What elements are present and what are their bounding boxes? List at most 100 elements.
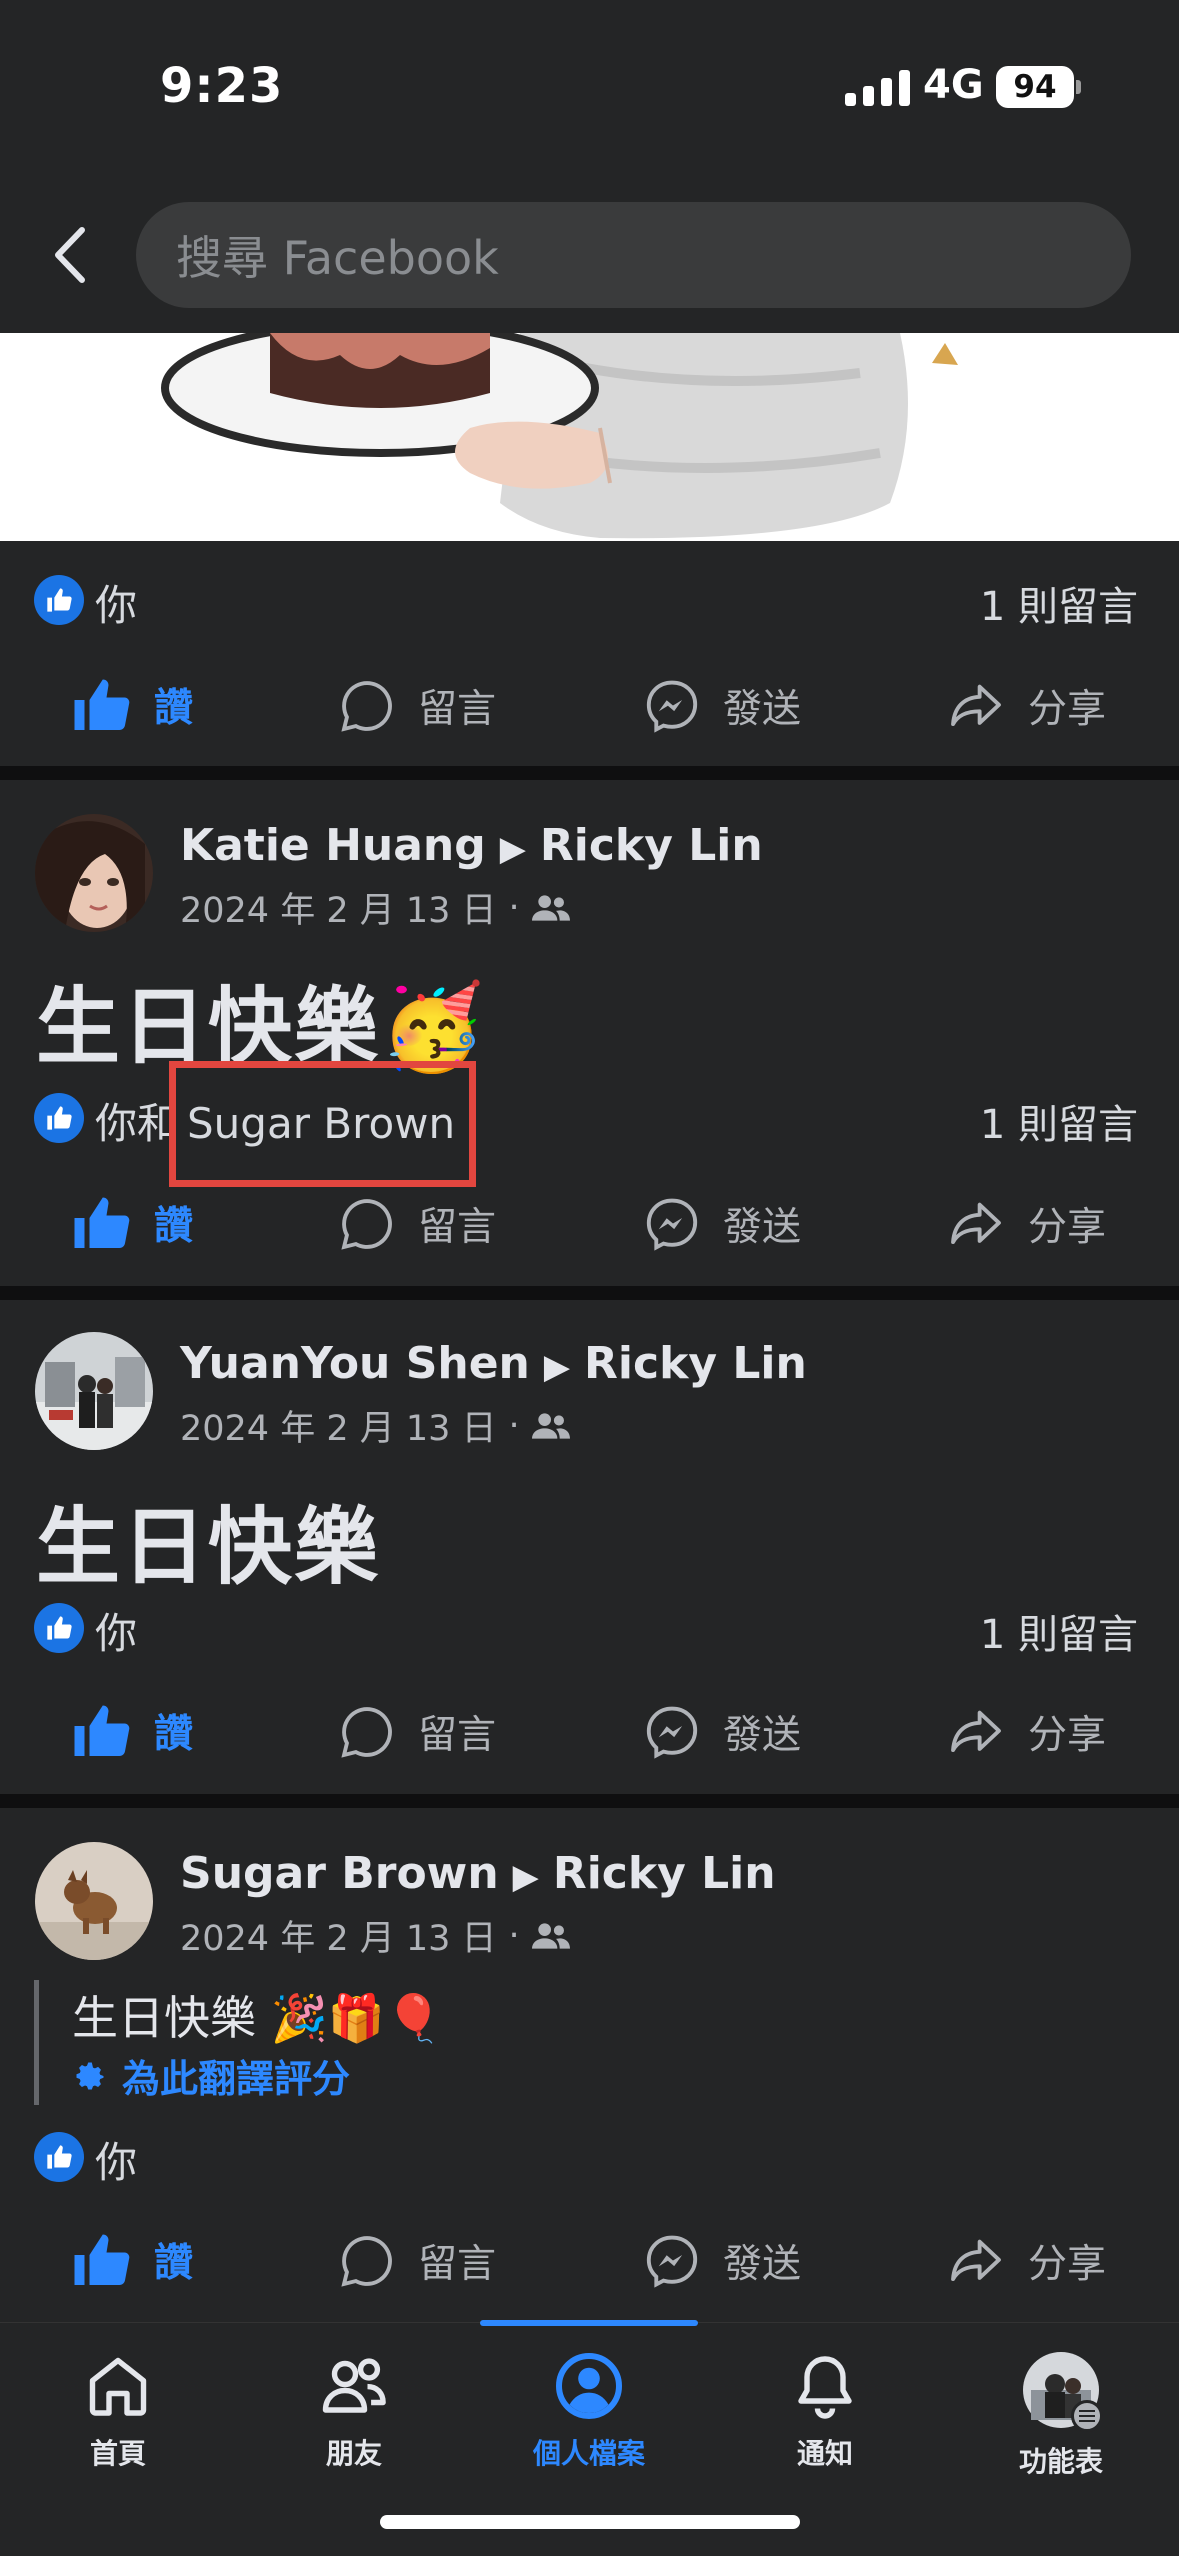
arrow-icon: ▶ <box>543 1347 571 1387</box>
target-name[interactable]: Ricky Lin <box>553 1848 776 1899</box>
reactions-text[interactable]: 你 <box>95 572 137 633</box>
like-button[interactable]: 讚 <box>72 1195 193 1251</box>
post-author[interactable]: Katie Huang ▶ Ricky Lin <box>180 820 763 871</box>
target-name[interactable]: Ricky Lin <box>584 1338 807 1389</box>
messenger-icon <box>646 1706 698 1759</box>
bell-icon <box>798 2356 852 2419</box>
send-label: 發送 <box>723 1205 802 1250</box>
search-input[interactable]: 搜尋 Facebook <box>136 202 1131 308</box>
like-badge-icon <box>34 575 84 625</box>
like-button[interactable]: 讚 <box>72 1703 193 1759</box>
search-placeholder: 搜尋 Facebook <box>176 231 499 285</box>
status-time: 9:23 <box>160 58 284 114</box>
network-type: 4G <box>923 62 984 108</box>
comment-label: 留言 <box>418 2242 497 2287</box>
reactions-prefix: 你和 <box>95 1099 180 1148</box>
tab-notifications-label: 通知 <box>796 2437 853 2470</box>
post-divider <box>0 766 1179 780</box>
comment-button[interactable]: 留言 <box>338 2232 496 2290</box>
comment-icon <box>341 1199 392 1250</box>
thumbs-up-icon <box>74 1197 130 1248</box>
quote-bar <box>34 1980 39 2105</box>
share-label: 分享 <box>1028 1713 1107 1758</box>
friends-audience-icon <box>531 894 570 921</box>
comment-count[interactable]: 1 則留言 <box>738 1092 1138 1150</box>
target-name[interactable]: Ricky Lin <box>540 820 763 871</box>
avatar[interactable] <box>35 814 153 932</box>
tab-home-label: 首頁 <box>89 2437 146 2470</box>
reactions-text[interactable]: 你 <box>95 1600 137 1661</box>
like-badge-icon <box>34 1093 84 1143</box>
share-button[interactable]: 分享 <box>946 2232 1106 2290</box>
like-label: 讚 <box>154 1204 194 1249</box>
profile-icon <box>556 2353 622 2419</box>
post-meta: 2024 年 2 月 13 日 · <box>180 1910 570 1961</box>
like-label: 讚 <box>154 1712 194 1757</box>
share-icon <box>951 1710 1001 1753</box>
translate-rating-link[interactable]: 為此翻譯評分 <box>72 2048 350 2103</box>
messenger-icon <box>646 1198 698 1251</box>
post-date[interactable]: 2024 年 2 月 13 日 <box>180 1400 497 1451</box>
tab-profile[interactable]: 個人檔案 <box>471 2350 707 2472</box>
send-label: 發送 <box>723 2242 802 2287</box>
reactions-text[interactable]: 你 <box>95 2129 137 2190</box>
post-meta: 2024 年 2 月 13 日 · <box>180 882 570 933</box>
comment-count[interactable]: 1 則留言 <box>738 1602 1138 1660</box>
send-button[interactable]: 發送 <box>643 677 801 735</box>
tab-menu[interactable]: 功能表 <box>943 2350 1179 2480</box>
post-divider <box>0 1794 1179 1808</box>
highlight-box <box>169 1061 476 1187</box>
like-button[interactable]: 讚 <box>72 677 193 733</box>
send-button[interactable]: 發送 <box>643 2232 801 2290</box>
messenger-icon <box>646 2235 698 2288</box>
post-photo[interactable] <box>0 333 1179 541</box>
post-author[interactable]: Sugar Brown ▶ Ricky Lin <box>180 1848 776 1899</box>
post-author[interactable]: YuanYou Shen ▶ Ricky Lin <box>180 1338 807 1389</box>
send-button[interactable]: 發送 <box>643 1195 801 1253</box>
send-button[interactable]: 發送 <box>643 1703 801 1761</box>
back-icon[interactable] <box>48 224 92 286</box>
comment-count[interactable]: 1 則留言 <box>738 574 1138 632</box>
comment-button[interactable]: 留言 <box>338 1195 496 1253</box>
comment-icon <box>341 1707 392 1758</box>
author-name[interactable]: YuanYou Shen <box>180 1338 530 1389</box>
thumbs-up-icon <box>74 679 130 730</box>
comment-label: 留言 <box>418 1713 497 1758</box>
battery-icon: 94 <box>996 66 1074 108</box>
comment-icon <box>341 2236 392 2287</box>
tab-home[interactable]: 首頁 <box>0 2350 236 2472</box>
tab-notifications[interactable]: 通知 <box>707 2350 943 2472</box>
like-label: 讚 <box>154 2241 194 2286</box>
like-badge-icon <box>34 1603 84 1653</box>
tab-friends[interactable]: 朋友 <box>236 2350 472 2472</box>
messenger-icon <box>646 680 698 733</box>
signal-icon <box>845 66 910 106</box>
post-date[interactable]: 2024 年 2 月 13 日 <box>180 1910 497 1961</box>
share-label: 分享 <box>1028 1205 1107 1250</box>
avatar[interactable] <box>35 1332 153 1450</box>
like-button[interactable]: 讚 <box>72 2232 193 2288</box>
share-icon <box>951 684 1001 727</box>
post-meta: 2024 年 2 月 13 日 · <box>180 1400 570 1451</box>
avatar[interactable] <box>35 1842 153 1960</box>
share-button[interactable]: 分享 <box>946 677 1106 735</box>
tab-menu-label: 功能表 <box>1018 2445 1103 2478</box>
battery-tip <box>1076 80 1081 94</box>
post-date[interactable]: 2024 年 2 月 13 日 <box>180 882 497 933</box>
menu-avatar-icon <box>1021 2350 1103 2432</box>
share-button[interactable]: 分享 <box>946 1703 1106 1761</box>
friends-audience-icon <box>531 1412 570 1439</box>
friends-icon <box>322 2358 386 2413</box>
share-label: 分享 <box>1028 2242 1107 2287</box>
comment-button[interactable]: 留言 <box>338 1703 496 1761</box>
home-icon <box>89 2357 147 2416</box>
comment-label: 留言 <box>418 1205 497 1250</box>
post-divider <box>0 1286 1179 1300</box>
send-label: 發送 <box>723 687 802 732</box>
author-name[interactable]: Katie Huang <box>180 820 486 871</box>
author-name[interactable]: Sugar Brown <box>180 1848 499 1899</box>
comment-button[interactable]: 留言 <box>338 677 496 735</box>
arrow-icon: ▶ <box>499 829 526 869</box>
arrow-icon: ▶ <box>512 1857 539 1897</box>
share-button[interactable]: 分享 <box>946 1195 1106 1253</box>
